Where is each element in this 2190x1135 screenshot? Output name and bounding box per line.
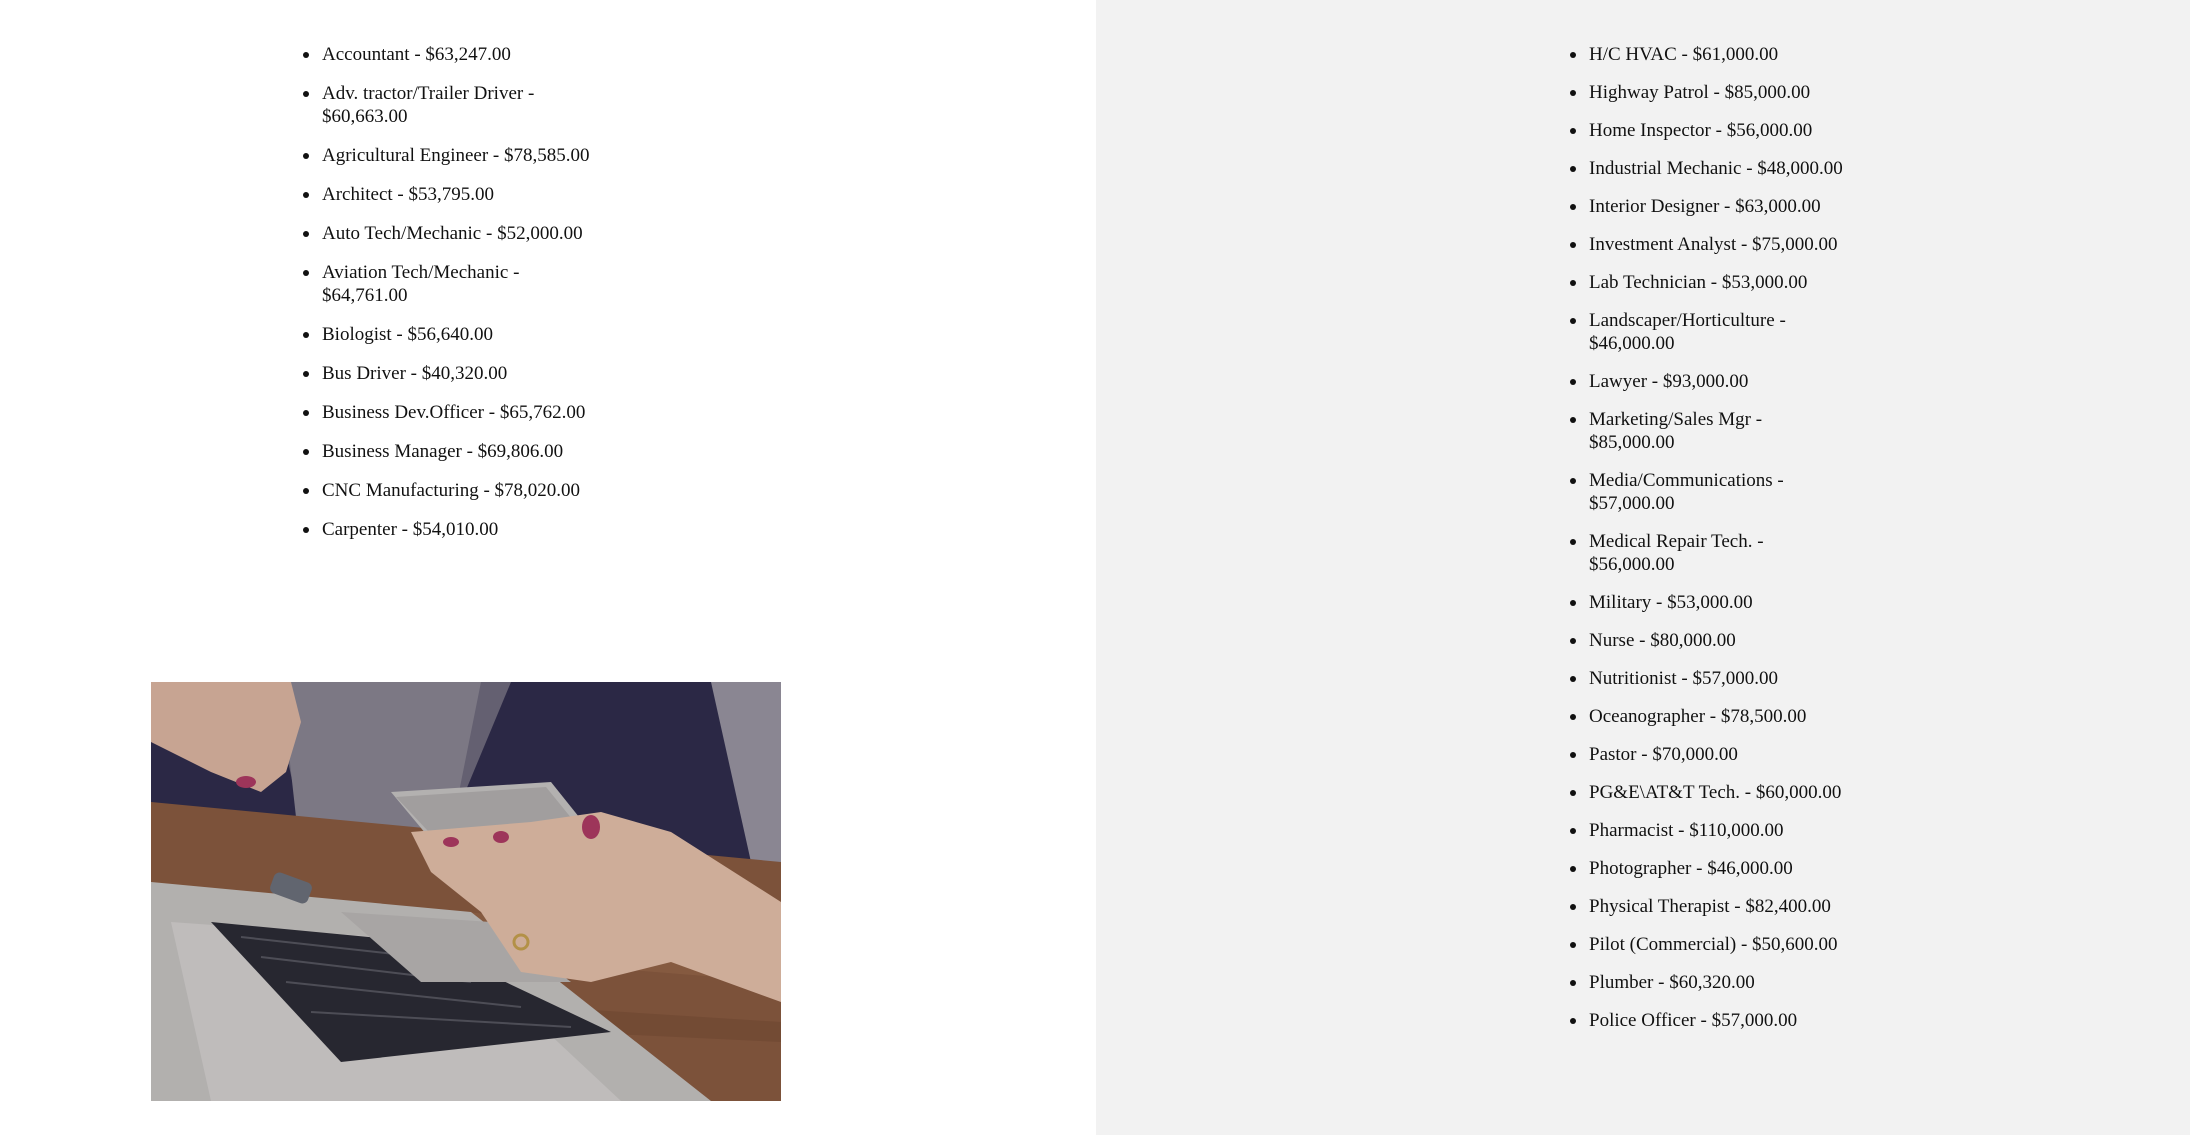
list-item: Landscaper/Horticulture - $46,000.00	[1570, 309, 1819, 355]
list-item: Physical Therapist - $82,400.00	[1570, 895, 1889, 918]
left-panel: Accountant - $63,247.00 Adv. tractor/Tra…	[0, 0, 1096, 1135]
list-item: Highway Patrol - $85,000.00	[1570, 81, 1889, 104]
list-item: CNC Manufacturing - $78,020.00	[303, 479, 622, 502]
list-item: Accountant - $63,247.00	[303, 43, 622, 66]
list-item: Police Officer - $57,000.00	[1570, 1009, 1889, 1032]
list-item: Carpenter - $54,010.00	[303, 518, 622, 541]
list-item: Agricultural Engineer - $78,585.00	[303, 144, 622, 167]
list-item: Business Manager - $69,806.00	[303, 440, 622, 463]
list-item: Biologist - $56,640.00	[303, 323, 622, 346]
list-item: Pastor - $70,000.00	[1570, 743, 1889, 766]
list-item: Marketing/Sales Mgr - $85,000.00	[1570, 408, 1799, 454]
list-item: Medical Repair Tech. - $56,000.00	[1570, 530, 1799, 576]
list-item: Lab Technician - $53,000.00	[1570, 271, 1889, 294]
list-item: Architect - $53,795.00	[303, 183, 622, 206]
list-item: Photographer - $46,000.00	[1570, 857, 1889, 880]
list-item: Nurse - $80,000.00	[1570, 629, 1889, 652]
list-item: Military - $53,000.00	[1570, 591, 1889, 614]
career-salary-list-right: H/C HVAC - $61,000.00 Highway Patrol - $…	[1570, 43, 1889, 1047]
list-item: Plumber - $60,320.00	[1570, 971, 1889, 994]
list-item: Business Dev.Officer - $65,762.00	[303, 401, 622, 424]
list-item: Aviation Tech/Mechanic - $64,761.00	[303, 261, 552, 307]
list-item: Auto Tech/Mechanic - $52,000.00	[303, 222, 622, 245]
photo-hands-phone-laptop	[151, 682, 781, 1101]
list-item: Pharmacist - $110,000.00	[1570, 819, 1889, 842]
list-item: Adv. tractor/Trailer Driver - $60,663.00	[303, 82, 572, 128]
list-item: Nutritionist - $57,000.00	[1570, 667, 1889, 690]
list-item: Industrial Mechanic - $48,000.00	[1570, 157, 1889, 180]
list-item: Investment Analyst - $75,000.00	[1570, 233, 1889, 256]
list-item: Pilot (Commercial) - $50,600.00	[1570, 933, 1889, 956]
list-item: H/C HVAC - $61,000.00	[1570, 43, 1889, 66]
career-salary-list-left: Accountant - $63,247.00 Adv. tractor/Tra…	[303, 43, 622, 557]
list-item: Oceanographer - $78,500.00	[1570, 705, 1889, 728]
list-item: Interior Designer - $63,000.00	[1570, 195, 1889, 218]
list-item: Home Inspector - $56,000.00	[1570, 119, 1889, 142]
list-item: PG&E\AT&T Tech. - $60,000.00	[1570, 781, 1889, 804]
list-item: Lawyer - $93,000.00	[1570, 370, 1889, 393]
list-item: Media/Communications - $57,000.00	[1570, 469, 1819, 515]
list-item: Bus Driver - $40,320.00	[303, 362, 622, 385]
